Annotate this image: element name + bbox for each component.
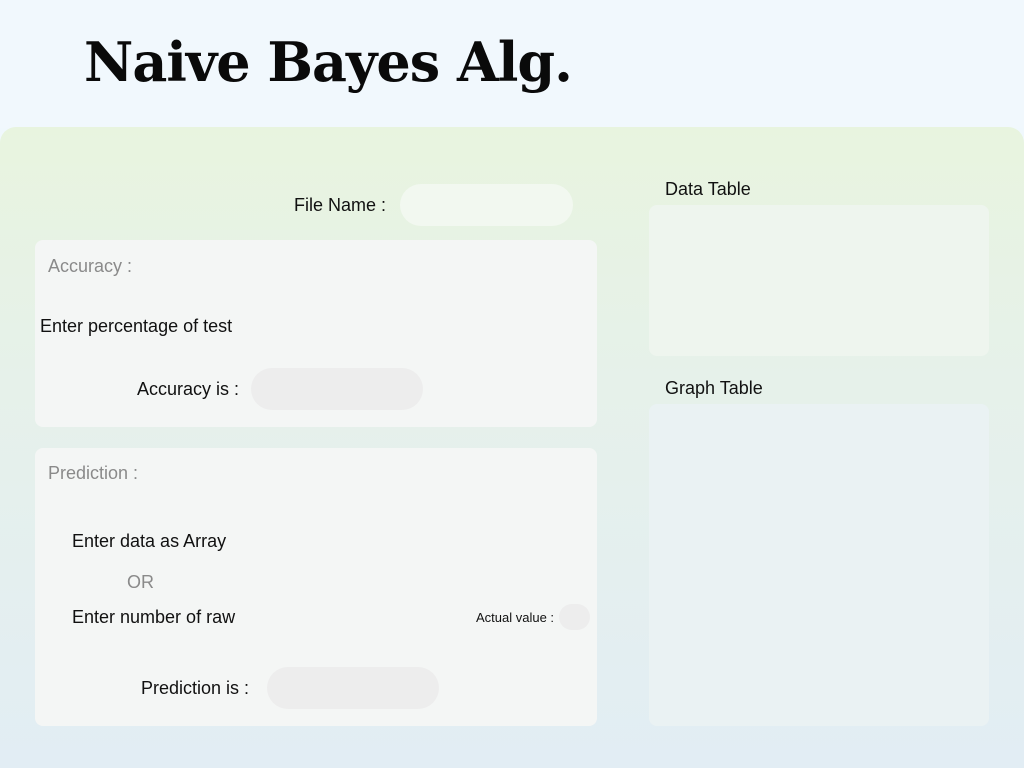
prediction-card: Prediction : Enter data as Array OR Ente… — [35, 448, 597, 726]
prediction-result-field[interactable] — [267, 667, 439, 709]
app-window: Naive Bayes Alg. File Name : Accuracy : … — [0, 0, 1024, 768]
graph-table-title: Graph Table — [665, 378, 763, 398]
data-table-panel[interactable] — [649, 205, 989, 356]
or-label: OR — [127, 572, 154, 592]
accuracy-result-label: Accuracy is : — [137, 379, 240, 399]
actual-value-field[interactable] — [559, 604, 590, 630]
file-name-input[interactable] — [400, 184, 573, 226]
test-percentage-label: Enter percentage of test — [40, 316, 233, 336]
header-bar: Naive Bayes Alg. — [0, 0, 1024, 128]
row-number-label: Enter number of raw — [72, 607, 236, 627]
file-name-label: File Name : — [294, 195, 387, 215]
graph-table-panel[interactable] — [649, 404, 989, 726]
data-table-title: Data Table — [665, 179, 751, 199]
prediction-result-label: Prediction is : — [141, 678, 250, 698]
accuracy-card: Accuracy : Enter percentage of test Accu… — [35, 240, 597, 427]
page-title: Naive Bayes Alg. — [84, 30, 573, 94]
accuracy-result-field[interactable] — [251, 368, 423, 410]
actual-value-label: Actual value : — [476, 610, 555, 625]
main-area: File Name : Accuracy : Enter percentage … — [0, 127, 1024, 768]
prediction-section-title: Prediction : — [48, 463, 139, 483]
accuracy-section-title: Accuracy : — [48, 256, 133, 276]
array-input-label: Enter data as Array — [72, 531, 227, 551]
